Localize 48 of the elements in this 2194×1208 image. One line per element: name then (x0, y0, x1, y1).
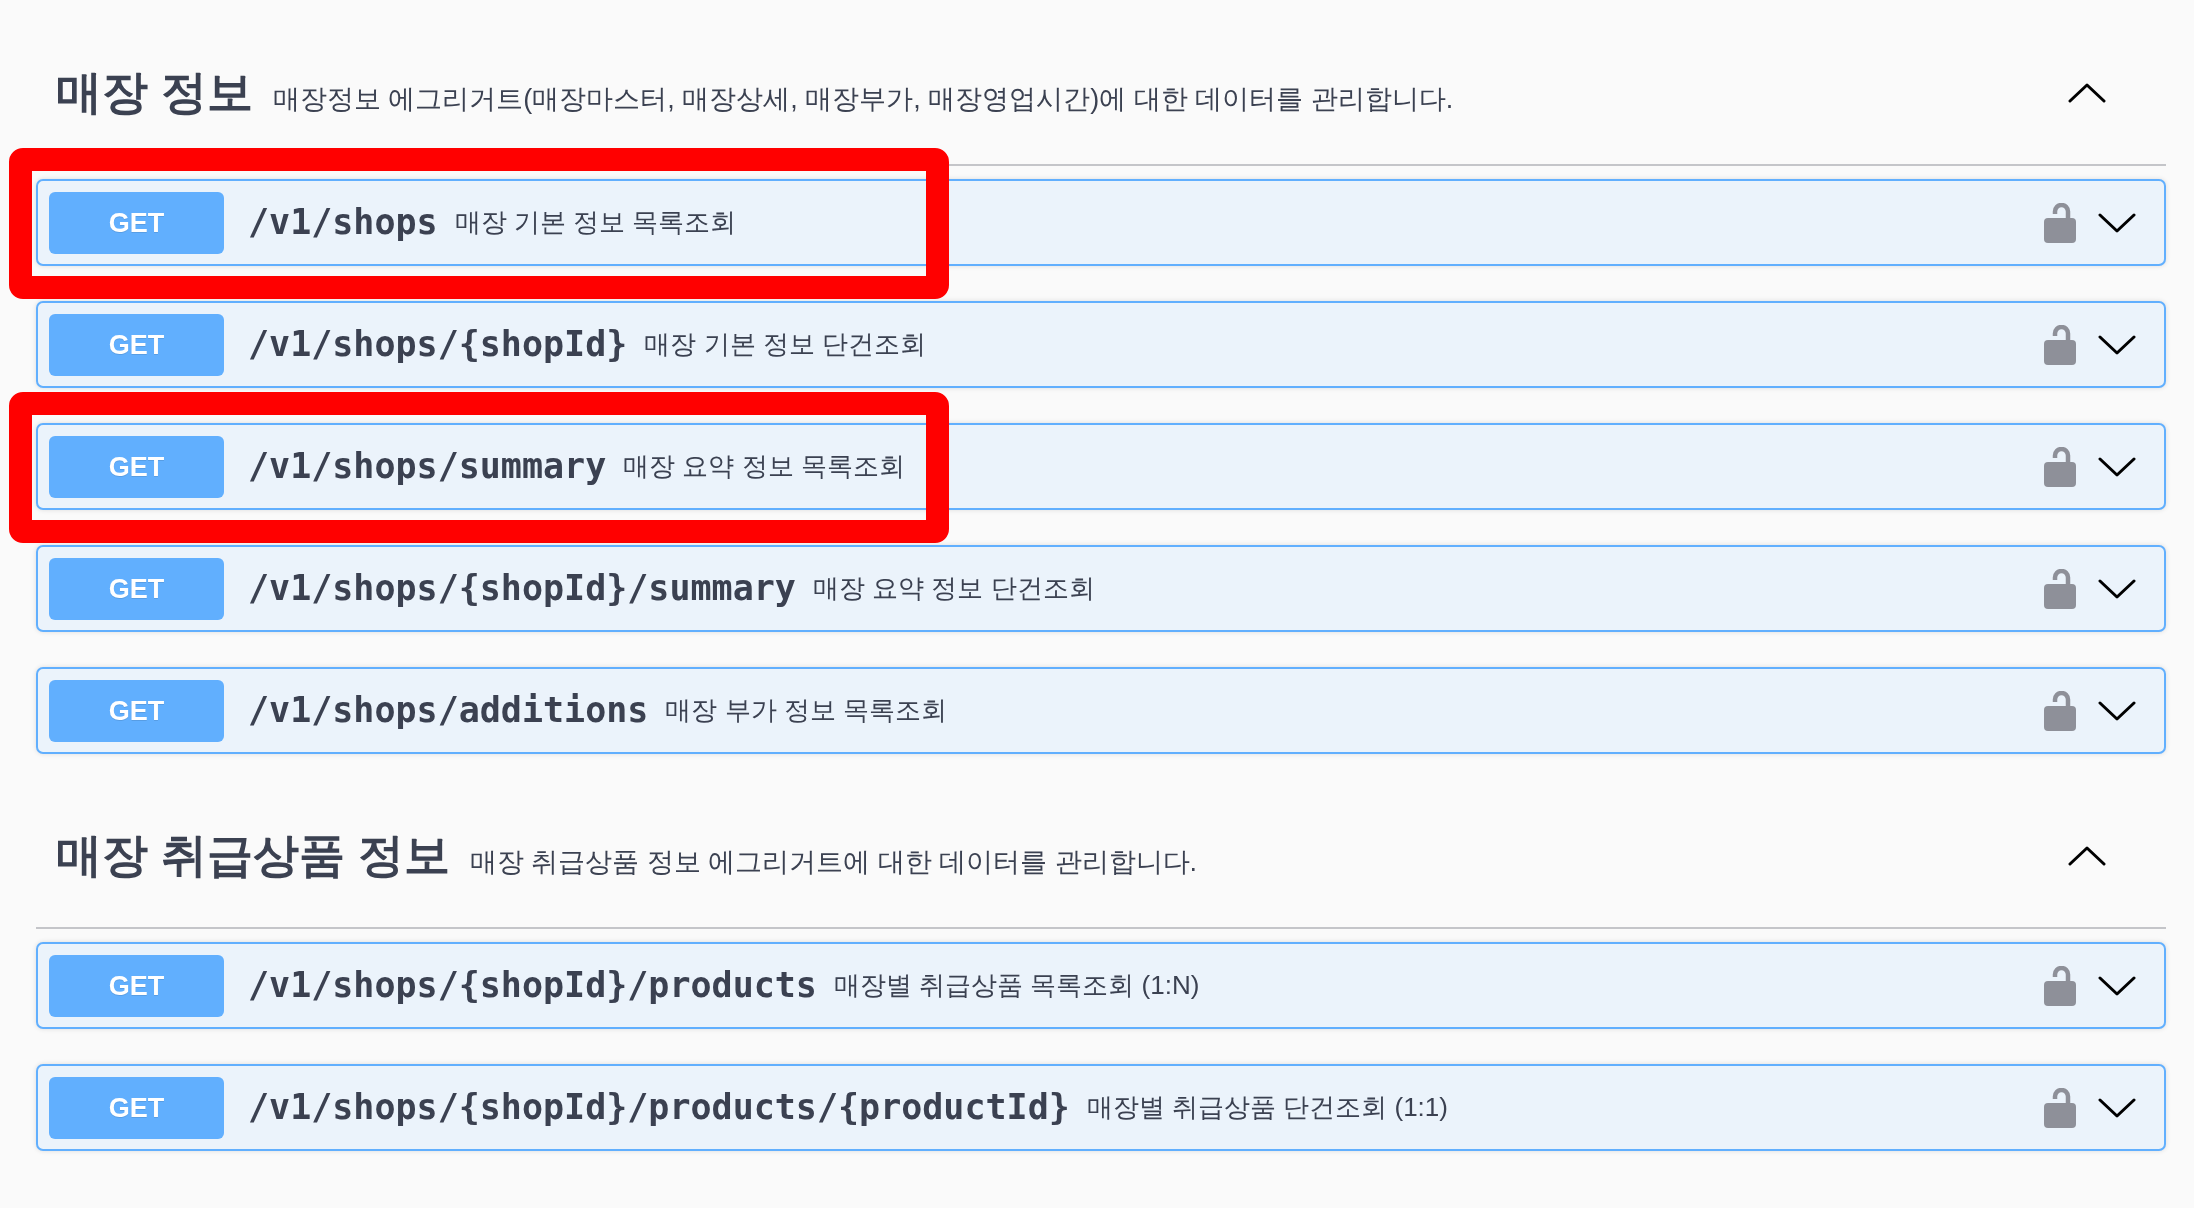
endpoint-summary: 매장별 취급상품 목록조회 (1:N) (833, 969, 1200, 1002)
method-tag: GET (49, 191, 224, 254)
open-padlock-icon[interactable] (2044, 446, 2076, 487)
chevron-down-icon[interactable] (2098, 975, 2136, 996)
operation-row[interactable]: GET /v1/shops/{shopId}/products 매장별 취급상품 목록조회 (1:N) (36, 942, 2166, 1029)
endpoint-path: /v1/shops/{shopId} (248, 323, 628, 367)
operation-row[interactable]: GET /v1/shops/additions 매장 부가 정보 목록조회 (36, 667, 2166, 754)
operation-row[interactable]: GET /v1/shops/{shopId} 매장 기본 정보 단건조회 (36, 301, 2166, 388)
method-tag: GET (49, 1076, 224, 1139)
chevron-down-icon[interactable] (2098, 212, 2136, 233)
open-padlock-icon[interactable] (2044, 1087, 2076, 1128)
endpoint-path: /v1/shops/summary (248, 445, 607, 489)
chevron-down-icon[interactable] (2098, 1097, 2136, 1118)
method-tag: GET (49, 679, 224, 742)
operation-row[interactable]: GET /v1/shops/{shopId}/products/{productId} 매장별 취급상품 단건조회 (1:1) (36, 1064, 2166, 1151)
endpoint-path: /v1/shops (248, 201, 438, 245)
section-description: 매장 취급상품 정보 에그리거트에 대한 데이터를 관리합니다. (469, 846, 1198, 880)
open-padlock-icon[interactable] (2044, 324, 2076, 365)
section-header[interactable]: 매장 취급상품 정보 매장 취급상품 정보 에그리거트에 대한 데이터를 관리합니다. (36, 785, 2166, 929)
endpoint-summary: 매장 부가 정보 목록조회 (665, 694, 948, 727)
method-tag: GET (49, 435, 224, 498)
endpoint-summary: 매장별 취급상품 단건조회 (1:1) (1086, 1091, 1448, 1124)
endpoint-path: /v1/shops/{shopId}/products/{productId} (248, 1086, 1070, 1130)
endpoint-summary: 매장 요약 정보 단건조회 (812, 572, 1095, 605)
chevron-down-icon[interactable] (2098, 700, 2136, 721)
open-padlock-icon[interactable] (2044, 202, 2076, 243)
chevron-down-icon[interactable] (2098, 578, 2136, 599)
section-header[interactable]: 매장 정보 매장정보 에그리거트(매장마스터, 매장상세, 매장부가, 매장영업시간)에 대한 데이터를 관리합니다. (36, 22, 2166, 166)
open-padlock-icon[interactable] (2044, 965, 2076, 1006)
section-title: 매장 정보 (56, 65, 253, 121)
endpoint-summary: 매장 기본 정보 목록조회 (454, 206, 737, 239)
endpoint-path: /v1/shops/additions (248, 689, 649, 733)
method-tag: GET (49, 313, 224, 376)
method-tag: GET (49, 557, 224, 620)
endpoint-path: /v1/shops/{shopId}/products (248, 964, 817, 1008)
operation-row[interactable]: GET /v1/shops/{shopId}/summary 매장 요약 정보 단건조회 (36, 545, 2166, 632)
section-title: 매장 취급상품 정보 (56, 828, 450, 884)
chevron-down-icon[interactable] (2098, 334, 2136, 355)
chevron-down-icon[interactable] (2098, 456, 2136, 477)
open-padlock-icon[interactable] (2044, 690, 2076, 731)
endpoint-summary: 매장 요약 정보 목록조회 (623, 450, 905, 483)
chevron-up-icon[interactable] (2068, 83, 2106, 103)
method-tag: GET (49, 954, 224, 1017)
section-description: 매장정보 에그리거트(매장마스터, 매장상세, 매장부가, 매장영업시간)에 대한 데이터를 관리합니다. (272, 83, 1454, 117)
open-padlock-icon[interactable] (2044, 568, 2076, 609)
endpoint-summary: 매장 기본 정보 단건조회 (644, 328, 926, 361)
chevron-up-icon[interactable] (2068, 846, 2106, 866)
endpoint-path: /v1/shops/{shopId}/summary (248, 567, 796, 611)
